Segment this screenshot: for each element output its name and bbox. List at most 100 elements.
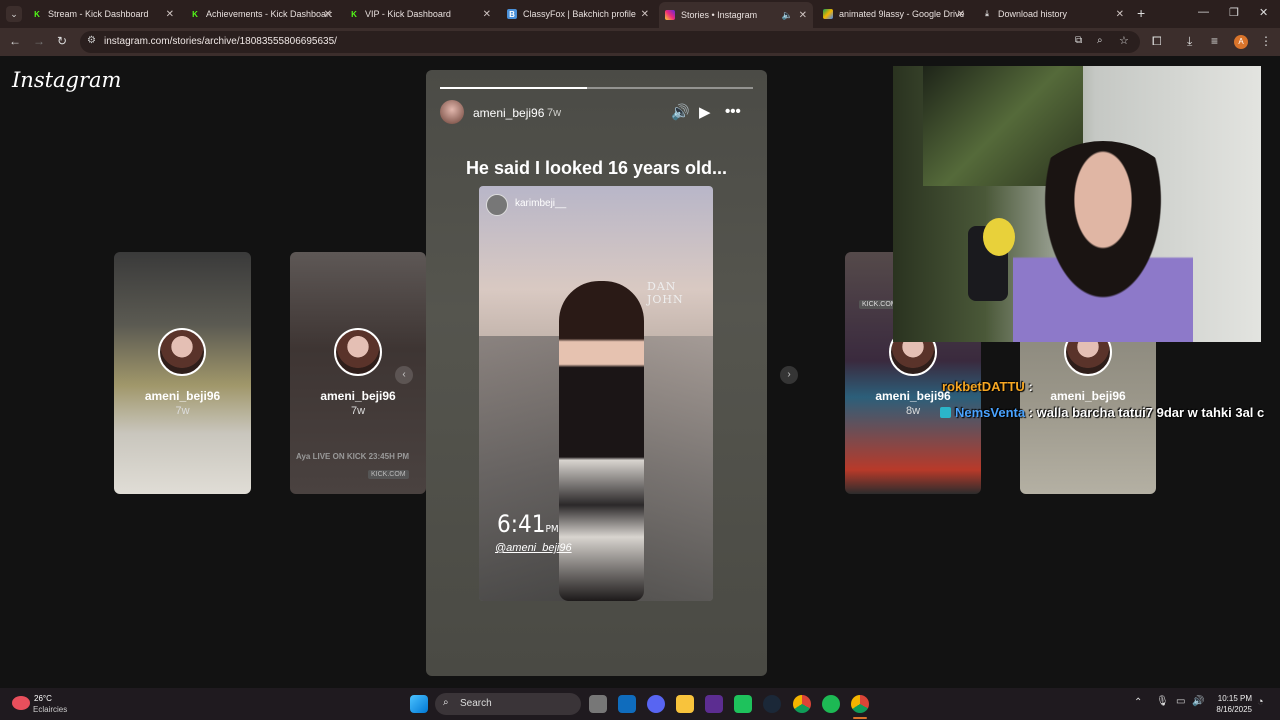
mention-sticker[interactable]: @ameni_beji96 (495, 542, 572, 554)
tab-instagram[interactable]: Stories • Instagram 🔈 ✕ (659, 2, 813, 28)
spotify-icon[interactable] (822, 695, 840, 713)
close-icon[interactable]: ✕ (1116, 9, 1124, 20)
thumb-time: 7w (350, 405, 366, 417)
close-icon[interactable]: ✕ (957, 9, 965, 20)
active-indicator (853, 717, 867, 719)
start-icon[interactable] (410, 695, 428, 713)
time-sticker-value: 6:41 (497, 510, 546, 538)
discord-icon[interactable] (647, 695, 665, 713)
thumb-username: ameni_beji96 (320, 389, 396, 403)
thumb-time: 7w (175, 405, 190, 417)
notifications-icon[interactable]: ◔ (1257, 696, 1264, 708)
url-text: instagram.com/stories/archive/1808355580… (104, 36, 337, 47)
play-icon[interactable]: ▶ (699, 103, 711, 121)
instagram-icon (665, 10, 675, 20)
taskbar: 26°C Eclaircies ⌕ Search ⌃ 🎙 ▭ 🔊 10:15 P… (0, 688, 1280, 720)
clock-time[interactable]: 10:15 PM (1206, 694, 1252, 703)
close-icon[interactable]: ✕ (166, 9, 174, 20)
tab-download-history[interactable]: ⤓ Download history ✕ (976, 4, 1130, 24)
close-icon[interactable]: ✕ (799, 10, 807, 21)
thumb-overlay-text: Aya LIVE ON KICK 23:45H PM (296, 452, 410, 461)
escalator-left (479, 336, 569, 601)
address-bar-row: ← → ↻ ⚙ instagram.com/stories/archive/18… (0, 28, 1280, 56)
menu-icon[interactable]: ⋮ (1260, 34, 1272, 48)
minimize-button[interactable]: — (1198, 6, 1209, 18)
tab-google-drive[interactable]: animated 9lassy - Google Drive ✕ (817, 4, 971, 24)
tab-kick-achievements[interactable]: K Achievements - Kick Dashboard ✕ (184, 4, 338, 24)
close-icon[interactable]: ✕ (641, 9, 649, 20)
reload-icon[interactable]: ↻ (57, 34, 67, 48)
chat-message: NemsVenta : walla barcha tatui7 9dar w t… (940, 405, 1264, 420)
streamer-figure (1013, 141, 1193, 342)
plush-toy (983, 218, 1015, 256)
bookmark-star-icon[interactable]: ☆ (1119, 34, 1129, 47)
url-input[interactable]: ⚙ instagram.com/stories/archive/18083555… (80, 31, 1140, 53)
close-window-button[interactable]: ✕ (1259, 6, 1268, 19)
thumb-username: ameni_beji96 (144, 389, 221, 403)
zoom-icon[interactable]: ⌕ (1097, 35, 1103, 46)
new-tab-button[interactable]: + (1137, 5, 1145, 21)
kick-icon: K (34, 9, 40, 19)
photo-avatar (486, 194, 508, 216)
close-icon[interactable]: ✕ (483, 9, 491, 20)
profile-icon: B (507, 9, 517, 19)
taskbar-search[interactable]: ⌕ Search (435, 693, 581, 715)
downloads-icon[interactable]: ⤓ (1187, 34, 1192, 49)
restore-button[interactable]: ❐ (1229, 6, 1239, 19)
tab-kick-stream[interactable]: K Stream - Kick Dashboard ✕ (26, 4, 180, 24)
task-view-icon[interactable] (589, 695, 607, 713)
chat-text: : walla barcha tatui7 9dar w tahki 3al c (1028, 405, 1265, 420)
site-info-icon[interactable]: ⚙ (87, 35, 96, 46)
steam-icon[interactable] (763, 695, 781, 713)
photo-username: karimbeji__ (515, 198, 567, 209)
extensions-icon[interactable]: ⧠ (1152, 34, 1162, 49)
forward-icon[interactable]: → (33, 34, 45, 48)
download-icon: ⤓ (985, 9, 989, 18)
tab-kick-vip[interactable]: K VIP - Kick Dashboard ✕ (343, 4, 497, 24)
file-explorer-icon[interactable] (676, 695, 694, 713)
media-controls-icon[interactable]: ≡ (1211, 34, 1218, 48)
tab-search-button[interactable]: ⌄ (6, 6, 22, 22)
clock-date[interactable]: 8/16/2025 (1206, 705, 1252, 714)
weather-icon[interactable] (12, 696, 30, 710)
time-sticker-suffix: PM (545, 524, 559, 535)
microphone-icon[interactable]: 🎙 (1156, 696, 1169, 707)
install-app-icon[interactable]: ⧉ (1075, 35, 1082, 46)
app-icon[interactable] (734, 695, 752, 713)
avatar (158, 328, 206, 376)
story-viewer[interactable]: ameni_beji96 7w 🔊 ▶ ••• He said I looked… (426, 70, 767, 676)
network-icon[interactable]: ▭ (1176, 696, 1185, 707)
chat-message: rokbetDATTU : (942, 379, 1033, 394)
tab-classyfox[interactable]: B ClassyFox | Bakchich profile | Ba ✕ (501, 4, 655, 24)
weather-temp: 26°C (34, 694, 52, 703)
visual-studio-icon[interactable] (705, 695, 723, 713)
speaker-icon[interactable]: 🔈 (782, 10, 793, 21)
chat-username: NemsVenta (955, 405, 1026, 420)
story-thumbnail[interactable]: ameni_beji96 7w (114, 252, 251, 494)
more-options-icon[interactable]: ••• (725, 103, 741, 120)
profile-avatar[interactable]: A (1234, 35, 1248, 49)
time-sticker: 6:41PM (497, 510, 559, 538)
chrome-icon[interactable] (793, 695, 811, 713)
story-avatar[interactable] (440, 100, 464, 124)
previous-story-button[interactable]: ‹ (395, 366, 413, 384)
story-progress-fill (440, 87, 588, 89)
close-icon[interactable]: ✕ (324, 9, 332, 20)
back-icon[interactable]: ← (9, 34, 21, 48)
kick-badge: KICK.COM (368, 470, 409, 479)
kick-icon: K (192, 9, 198, 19)
instagram-logo[interactable]: Instagram (12, 68, 121, 92)
kick-icon: K (351, 9, 357, 19)
chat-text: : (1028, 379, 1033, 394)
next-story-button[interactable]: › (780, 366, 798, 384)
volume-tray-icon[interactable]: 🔊 (1192, 696, 1204, 707)
chat-username: rokbetDATTU (942, 379, 1025, 394)
weather-desc: Eclaircies (33, 705, 68, 714)
chrome-active-icon[interactable] (851, 695, 869, 713)
chat-badge-icon (940, 407, 951, 418)
story-username[interactable]: ameni_beji96 (473, 106, 544, 120)
volume-icon[interactable]: 🔊 (671, 103, 690, 121)
tray-chevron-icon[interactable]: ⌃ (1134, 697, 1142, 708)
webcam-overlay (893, 66, 1261, 342)
outlook-icon[interactable] (618, 695, 636, 713)
